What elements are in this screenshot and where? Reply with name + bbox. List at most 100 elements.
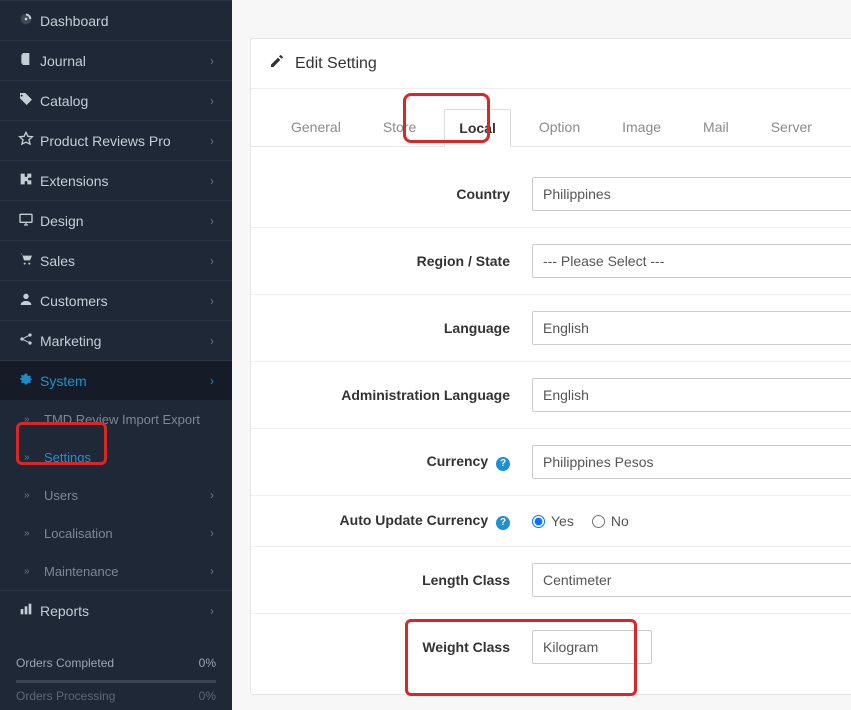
chevron-right-icon: › <box>210 334 214 348</box>
stat-label: Orders Processing <box>16 689 115 703</box>
tab-option[interactable]: Option <box>525 109 594 146</box>
auto-update-no[interactable]: No <box>592 513 629 529</box>
region-select[interactable]: --- Please Select --- <box>532 244 851 278</box>
gear-icon <box>18 371 40 390</box>
stat-row: Orders Completed 0% <box>16 650 216 676</box>
admin-language-select[interactable]: English <box>532 378 851 412</box>
tab-store[interactable]: Store <box>369 109 430 146</box>
sidebar-sub-label: Localisation <box>44 526 210 541</box>
stat-row: Orders Processing 0% <box>16 683 216 709</box>
currency-label: Currency ? <box>277 453 532 471</box>
double-chevron-icon: » <box>24 566 44 577</box>
sidebar-item-system[interactable]: System › <box>0 360 232 400</box>
sidebar: Dashboard Journal › Catalog › Product Re… <box>0 0 232 710</box>
journal-icon <box>18 51 40 70</box>
length-class-select[interactable]: Centimeter <box>532 563 851 597</box>
tab-general[interactable]: General <box>277 109 355 146</box>
radio-yes[interactable] <box>532 515 545 528</box>
weight-class-label: Weight Class <box>277 639 532 655</box>
sidebar-item-catalog[interactable]: Catalog › <box>0 80 232 120</box>
sidebar-label: Catalog <box>40 93 210 109</box>
auto-update-yes[interactable]: Yes <box>532 513 574 529</box>
stat-label: Orders Completed <box>16 656 114 670</box>
form-row-length-class: Length Class Centimeter <box>251 547 851 614</box>
admin-language-label: Administration Language <box>277 387 532 403</box>
sidebar-label: Reports <box>40 603 210 619</box>
sidebar-item-sales[interactable]: Sales › <box>0 240 232 280</box>
sidebar-label: Customers <box>40 293 210 309</box>
stat-value: 0% <box>199 689 216 703</box>
form-row-country: Country Philippines <box>251 161 851 228</box>
language-label: Language <box>277 320 532 336</box>
weight-class-select[interactable]: Kilogram <box>532 630 652 664</box>
form-row-admin-language: Administration Language English <box>251 362 851 429</box>
monitor-icon <box>18 211 40 230</box>
sidebar-subitem-tmd-review[interactable]: » TMD Review Import Export <box>0 400 232 438</box>
puzzle-icon <box>18 171 40 190</box>
share-icon <box>18 331 40 350</box>
sidebar-subitem-settings[interactable]: » Settings <box>0 438 232 476</box>
chevron-right-icon: › <box>210 564 214 578</box>
form-row-language: Language English <box>251 295 851 362</box>
sidebar-sub-label: TMD Review Import Export <box>44 412 214 427</box>
sidebar-stats: Orders Completed 0% Orders Processing 0% <box>16 650 216 709</box>
sidebar-item-design[interactable]: Design › <box>0 200 232 240</box>
sidebar-subitem-users[interactable]: » Users › <box>0 476 232 514</box>
chevron-right-icon: › <box>210 374 214 388</box>
tag-icon <box>18 91 40 110</box>
chevron-right-icon: › <box>210 488 214 502</box>
tab-server[interactable]: Server <box>757 109 826 146</box>
stat-value: 0% <box>199 656 216 670</box>
panel-header: Edit Setting <box>251 39 851 89</box>
chevron-right-icon: › <box>210 94 214 108</box>
settings-form: Country Philippines Region / State --- P… <box>251 147 851 694</box>
double-chevron-icon: » <box>24 452 44 463</box>
sidebar-subitem-localisation[interactable]: » Localisation › <box>0 514 232 552</box>
auto-update-label: Auto Update Currency ? <box>277 512 532 530</box>
help-icon[interactable]: ? <box>496 516 510 530</box>
sidebar-item-product-reviews-pro[interactable]: Product Reviews Pro › <box>0 120 232 160</box>
form-row-weight-class: Weight Class Kilogram <box>251 614 851 680</box>
panel-title: Edit Setting <box>295 55 377 73</box>
radio-no[interactable] <box>592 515 605 528</box>
currency-select[interactable]: Philippines Pesos <box>532 445 851 479</box>
sidebar-item-marketing[interactable]: Marketing › <box>0 320 232 360</box>
dashboard-icon <box>18 11 40 30</box>
settings-panel: Edit Setting General Store Local Option … <box>250 38 851 695</box>
chevron-right-icon: › <box>210 294 214 308</box>
form-row-auto-update: Auto Update Currency ? Yes No <box>251 496 851 547</box>
sidebar-item-reports[interactable]: Reports › <box>0 590 232 630</box>
tab-image[interactable]: Image <box>608 109 675 146</box>
help-icon[interactable]: ? <box>496 457 510 471</box>
length-class-label: Length Class <box>277 572 532 588</box>
chevron-right-icon: › <box>210 254 214 268</box>
sidebar-item-customers[interactable]: Customers › <box>0 280 232 320</box>
sidebar-label: Product Reviews Pro <box>40 133 210 149</box>
sidebar-sub-label: Users <box>44 488 210 503</box>
form-row-currency: Currency ? Philippines Pesos <box>251 429 851 496</box>
main-content: Edit Setting General Store Local Option … <box>232 0 851 710</box>
double-chevron-icon: » <box>24 414 44 425</box>
country-select[interactable]: Philippines <box>532 177 851 211</box>
sidebar-item-journal[interactable]: Journal › <box>0 40 232 80</box>
tab-mail[interactable]: Mail <box>689 109 743 146</box>
chevron-right-icon: › <box>210 214 214 228</box>
sidebar-item-extensions[interactable]: Extensions › <box>0 160 232 200</box>
form-row-region: Region / State --- Please Select --- <box>251 228 851 295</box>
chevron-right-icon: › <box>210 54 214 68</box>
sidebar-label: Marketing <box>40 333 210 349</box>
language-select[interactable]: English <box>532 311 851 345</box>
tab-local[interactable]: Local <box>444 109 511 147</box>
region-label: Region / State <box>277 253 532 269</box>
sidebar-label: Dashboard <box>40 13 214 29</box>
sidebar-label: Journal <box>40 53 210 69</box>
sidebar-label: Extensions <box>40 173 210 189</box>
sidebar-sub-label: Maintenance <box>44 564 210 579</box>
sidebar-item-dashboard[interactable]: Dashboard <box>0 0 232 40</box>
country-label: Country <box>277 186 532 202</box>
pencil-icon <box>269 53 285 74</box>
user-icon <box>18 291 40 310</box>
sidebar-subitem-maintenance[interactable]: » Maintenance › <box>0 552 232 590</box>
double-chevron-icon: » <box>24 490 44 501</box>
cart-icon <box>18 251 40 270</box>
